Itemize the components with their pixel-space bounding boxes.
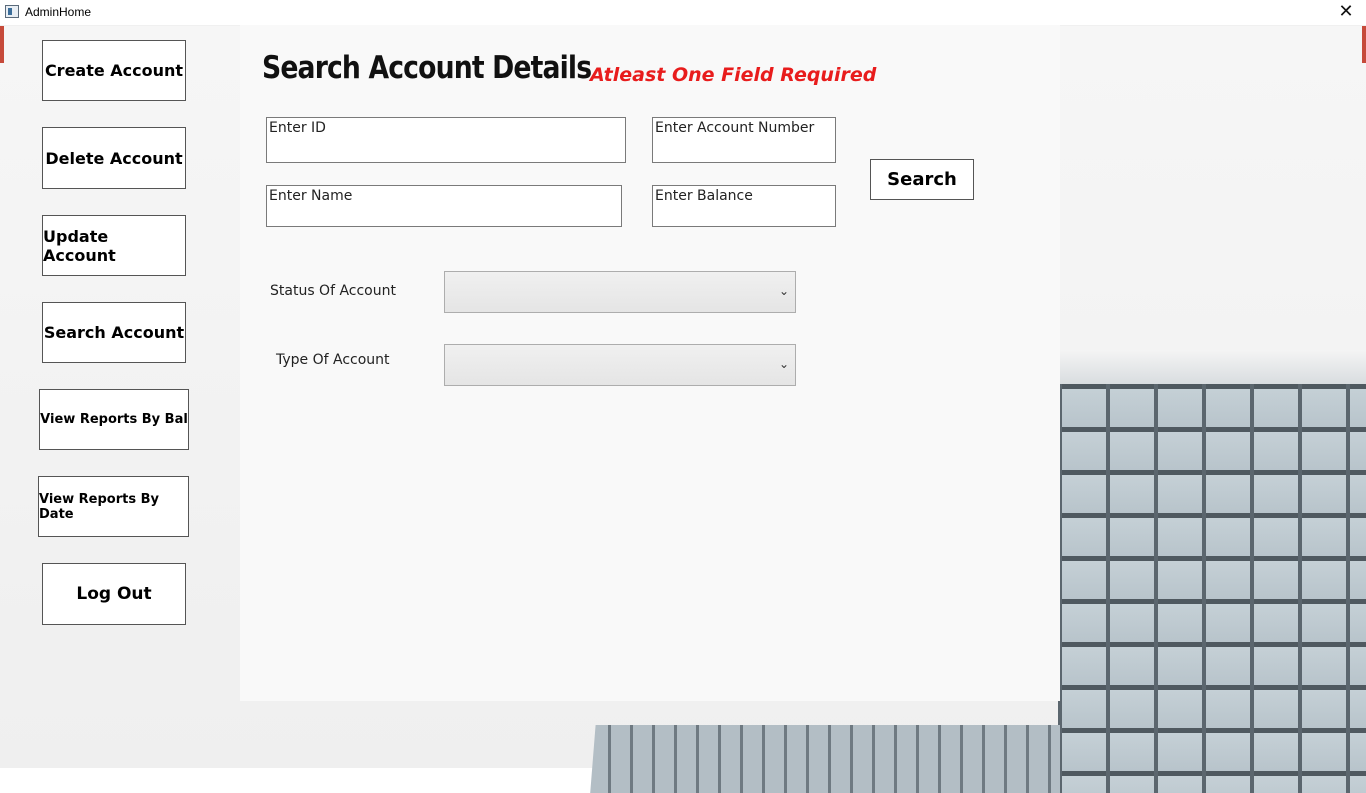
required-field-warning: Atleast One Field Required	[590, 64, 877, 86]
log-out-button[interactable]: Log Out	[42, 563, 186, 625]
status-of-account-label: Status Of Account	[270, 283, 396, 299]
window-title: AdminHome	[25, 5, 92, 19]
account-number-input[interactable]: Enter Account Number	[652, 117, 836, 163]
app-icon	[5, 5, 19, 18]
name-input-placeholder: Enter Name	[269, 188, 353, 204]
decor-strip-left	[0, 25, 4, 63]
account-number-placeholder: Enter Account Number	[655, 120, 815, 136]
page-title: Search Account Details	[262, 50, 592, 86]
search-account-button[interactable]: Search Account	[42, 302, 186, 363]
view-reports-by-date-button[interactable]: View Reports By Date	[38, 476, 189, 537]
search-button[interactable]: Search	[870, 159, 974, 200]
balance-input-placeholder: Enter Balance	[655, 188, 753, 204]
balance-input[interactable]: Enter Balance	[652, 185, 836, 227]
type-of-account-label: Type Of Account	[276, 352, 390, 368]
id-input[interactable]: Enter ID	[266, 117, 626, 163]
decor-strip-right	[1362, 25, 1366, 63]
title-bar: AdminHome ✕	[0, 0, 1366, 26]
status-of-account-dropdown[interactable]: ⌄	[444, 271, 796, 313]
chevron-down-icon: ⌄	[778, 284, 789, 298]
create-account-button[interactable]: Create Account	[42, 40, 186, 101]
building-graphic	[1058, 350, 1366, 793]
id-input-placeholder: Enter ID	[269, 120, 326, 136]
type-of-account-dropdown[interactable]: ⌄	[444, 344, 796, 386]
building-graphic-lower	[590, 725, 1060, 793]
view-reports-by-balance-button[interactable]: View Reports By Bal	[39, 389, 189, 450]
delete-account-button[interactable]: Delete Account	[42, 127, 186, 189]
close-icon[interactable]: ✕	[1334, 1, 1358, 23]
name-input[interactable]: Enter Name	[266, 185, 622, 227]
chevron-down-icon: ⌄	[778, 357, 789, 371]
update-account-button[interactable]: Update Account	[42, 215, 186, 276]
